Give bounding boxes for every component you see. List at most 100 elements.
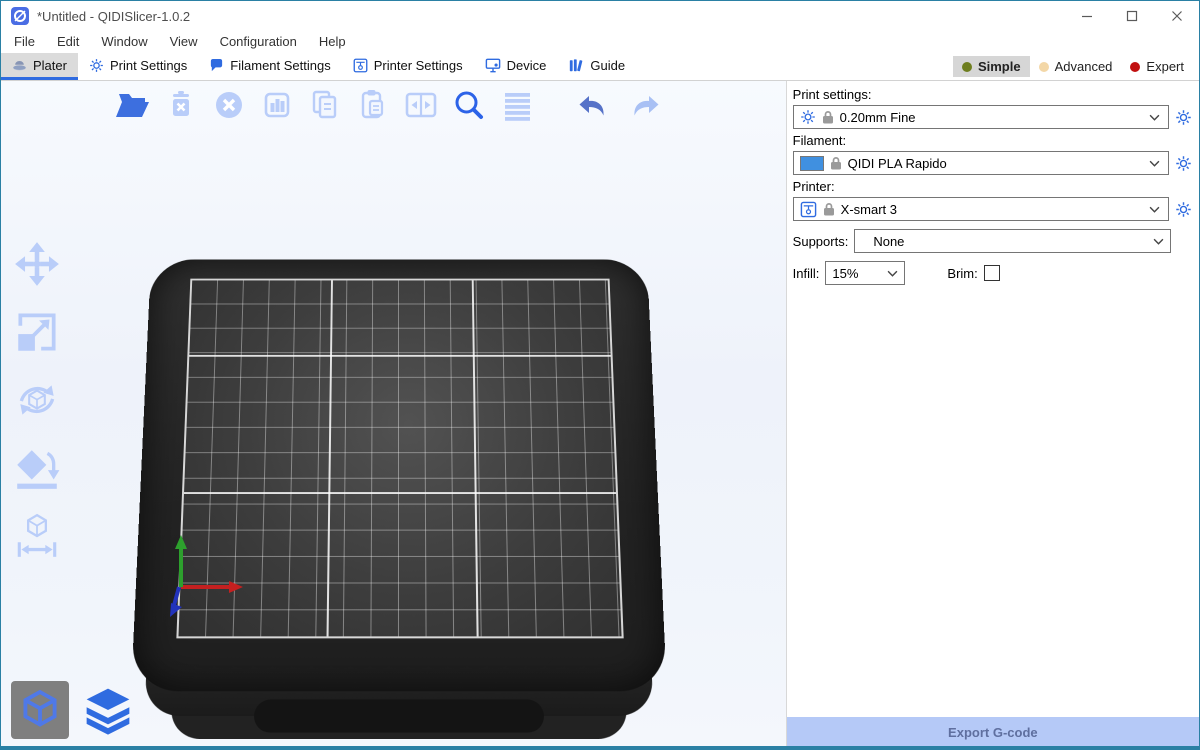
print-settings-gear-icon bbox=[89, 58, 104, 73]
tab-label: Device bbox=[507, 58, 547, 73]
filament-combo[interactable]: QIDI PLA Rapido bbox=[793, 151, 1169, 175]
lock-icon bbox=[830, 156, 842, 170]
tab-filament-settings[interactable]: Filament Settings bbox=[198, 53, 341, 80]
menu-edit[interactable]: Edit bbox=[46, 31, 90, 53]
bed-handle-notch bbox=[254, 699, 545, 732]
guide-icon bbox=[568, 58, 584, 73]
lock-icon bbox=[822, 110, 834, 124]
minimize-button[interactable] bbox=[1064, 1, 1109, 31]
arrange-icon[interactable] bbox=[257, 85, 297, 125]
copy-icon[interactable] bbox=[305, 85, 345, 125]
supports-value: None bbox=[873, 234, 1147, 249]
place-on-face-tool-icon[interactable] bbox=[9, 443, 65, 493]
title-bar[interactable]: *Untitled - QIDISlicer-1.0.2 bbox=[1, 1, 1199, 31]
origin-axes-icon bbox=[151, 519, 271, 629]
print-settings-label: Print settings: bbox=[793, 87, 1193, 103]
delete-icon[interactable] bbox=[161, 85, 201, 125]
gear-icon bbox=[1175, 155, 1192, 172]
device-icon bbox=[485, 58, 501, 73]
printer-value: X-smart 3 bbox=[841, 202, 1143, 217]
gear-icon bbox=[1175, 201, 1192, 218]
move-tool-icon[interactable] bbox=[9, 239, 65, 289]
menu-view[interactable]: View bbox=[159, 31, 209, 53]
redo-icon[interactable] bbox=[623, 85, 663, 125]
view-mode-switcher bbox=[11, 681, 137, 739]
expert-mode-dot-icon bbox=[1130, 62, 1140, 72]
tab-printer-settings[interactable]: Printer Settings bbox=[342, 53, 474, 80]
tab-label: Guide bbox=[590, 58, 625, 73]
print-settings-combo[interactable]: 0.20mm Fine bbox=[793, 105, 1169, 129]
tab-plater[interactable]: Plater bbox=[1, 53, 78, 80]
chevron-down-icon bbox=[1149, 114, 1160, 121]
delete-all-icon[interactable] bbox=[209, 85, 249, 125]
filament-label: Filament: bbox=[793, 133, 1193, 149]
variable-layer-height-icon[interactable] bbox=[497, 85, 537, 125]
printer-icon bbox=[800, 201, 817, 218]
gizmo-toolbar bbox=[9, 239, 65, 561]
3d-editor-view-icon[interactable] bbox=[11, 681, 69, 739]
chevron-down-icon bbox=[1149, 206, 1160, 213]
printer-gear-button[interactable] bbox=[1173, 199, 1193, 219]
mode-simple[interactable]: Simple bbox=[953, 56, 1030, 77]
chevron-down-icon bbox=[887, 270, 898, 277]
mode-label: Advanced bbox=[1055, 59, 1113, 74]
plater-icon bbox=[12, 58, 27, 73]
tab-label: Print Settings bbox=[110, 58, 187, 73]
menu-help[interactable]: Help bbox=[308, 31, 357, 53]
mode-label: Simple bbox=[978, 59, 1021, 74]
menu-window[interactable]: Window bbox=[90, 31, 158, 53]
print-settings-gear-button[interactable] bbox=[1173, 107, 1193, 127]
brim-checkbox[interactable] bbox=[984, 265, 1000, 281]
open-project-icon[interactable] bbox=[113, 85, 153, 125]
plater-toolbar bbox=[113, 85, 663, 125]
infill-combo[interactable]: 15% bbox=[825, 261, 905, 285]
gear-icon bbox=[800, 109, 816, 125]
chevron-down-icon bbox=[1153, 238, 1164, 245]
preview-view-icon[interactable] bbox=[79, 681, 137, 739]
gear-icon bbox=[1175, 109, 1192, 126]
advanced-mode-dot-icon bbox=[1039, 62, 1049, 72]
infill-value: 15% bbox=[832, 266, 881, 281]
app-window: *Untitled - QIDISlicer-1.0.2 File Edit W… bbox=[0, 0, 1200, 750]
tab-label: Printer Settings bbox=[374, 58, 463, 73]
infill-label: Infill: bbox=[793, 266, 820, 281]
settings-sidebar: Print settings: 0.20mm Fine Filament: QI… bbox=[786, 81, 1199, 747]
tab-label: Filament Settings bbox=[230, 58, 330, 73]
brim-label: Brim: bbox=[947, 266, 977, 281]
tab-bar: Plater Print Settings Filament Settings … bbox=[1, 53, 1199, 81]
supports-combo[interactable]: None bbox=[854, 229, 1171, 253]
maximize-button[interactable] bbox=[1109, 1, 1154, 31]
mode-advanced[interactable]: Advanced bbox=[1030, 56, 1122, 77]
paste-icon[interactable] bbox=[353, 85, 393, 125]
undo-icon[interactable] bbox=[575, 85, 615, 125]
tab-device[interactable]: Device bbox=[474, 53, 558, 80]
measure-tool-icon[interactable] bbox=[9, 511, 65, 561]
mode-expert[interactable]: Expert bbox=[1121, 56, 1193, 77]
export-gcode-button[interactable]: Export G-code bbox=[787, 717, 1199, 747]
mode-label: Expert bbox=[1146, 59, 1184, 74]
export-gcode-label: Export G-code bbox=[948, 725, 1038, 740]
supports-label: Supports: bbox=[793, 234, 849, 249]
window-title: *Untitled - QIDISlicer-1.0.2 bbox=[37, 9, 190, 24]
mode-switcher: Simple Advanced Expert bbox=[953, 53, 1199, 80]
scale-tool-icon[interactable] bbox=[9, 307, 65, 357]
printer-settings-icon bbox=[353, 58, 368, 73]
tab-print-settings[interactable]: Print Settings bbox=[78, 53, 198, 80]
close-button[interactable] bbox=[1154, 1, 1199, 31]
tab-guide[interactable]: Guide bbox=[557, 53, 636, 80]
rotate-tool-icon[interactable] bbox=[9, 375, 65, 425]
filament-color-swatch bbox=[800, 156, 824, 171]
filament-value: QIDI PLA Rapido bbox=[848, 156, 1143, 171]
menu-bar: File Edit Window View Configuration Help bbox=[1, 31, 1199, 53]
printer-combo[interactable]: X-smart 3 bbox=[793, 197, 1169, 221]
menu-file[interactable]: File bbox=[3, 31, 46, 53]
simple-mode-dot-icon bbox=[962, 62, 972, 72]
menu-configuration[interactable]: Configuration bbox=[209, 31, 308, 53]
filament-settings-icon bbox=[209, 58, 224, 73]
search-icon[interactable] bbox=[449, 85, 489, 125]
3d-viewport[interactable] bbox=[1, 81, 786, 747]
print-settings-value: 0.20mm Fine bbox=[840, 110, 1143, 125]
filament-gear-button[interactable] bbox=[1173, 153, 1193, 173]
split-to-objects-icon[interactable] bbox=[401, 85, 441, 125]
lock-icon bbox=[823, 202, 835, 216]
